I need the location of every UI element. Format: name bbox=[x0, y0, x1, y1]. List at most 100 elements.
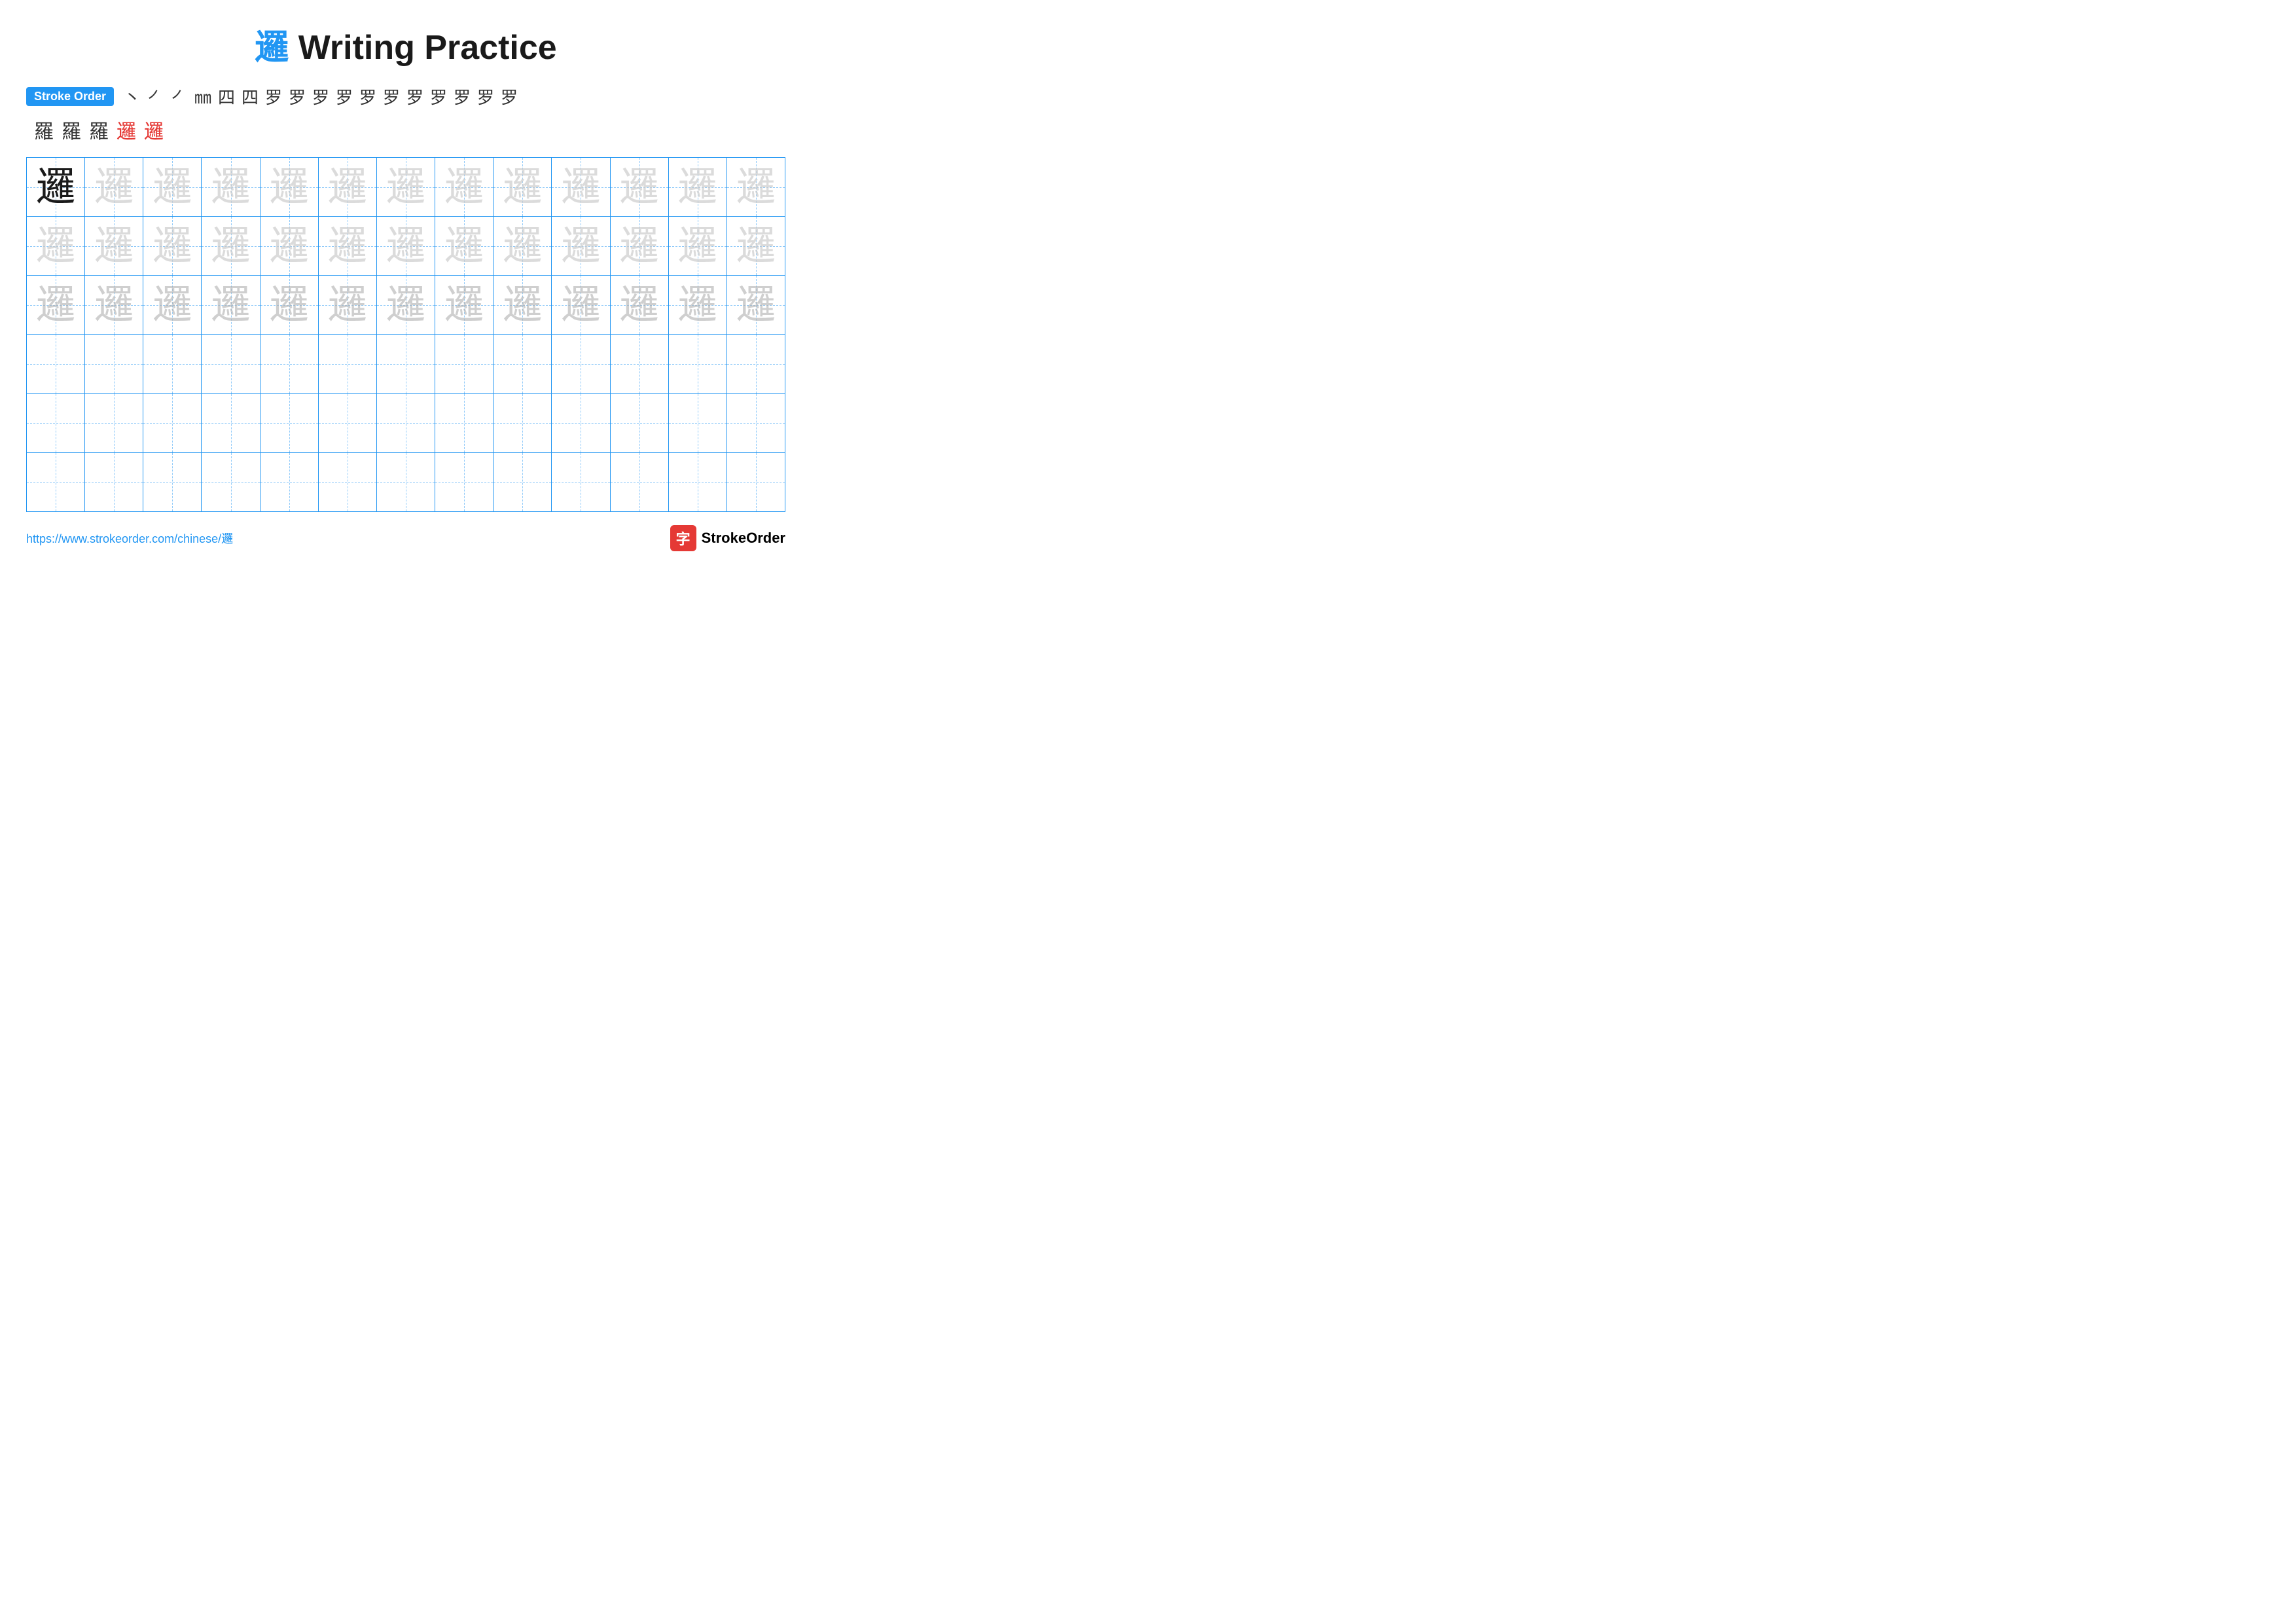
cell-6-8[interactable] bbox=[435, 453, 493, 511]
grid-row-1: 邏 邏 邏 邏 邏 邏 邏 邏 邏 邏 邏 邏 邏 bbox=[27, 158, 785, 217]
cell-4-11[interactable] bbox=[611, 335, 669, 393]
cell-2-8[interactable]: 邏 bbox=[435, 217, 493, 275]
stroke-14: 罗 bbox=[428, 84, 449, 109]
cell-4-3[interactable] bbox=[143, 335, 202, 393]
cell-4-9[interactable] bbox=[493, 335, 552, 393]
cell-3-6[interactable]: 邏 bbox=[319, 276, 377, 334]
cell-6-11[interactable] bbox=[611, 453, 669, 511]
cell-3-12[interactable]: 邏 bbox=[669, 276, 727, 334]
cell-3-7[interactable]: 邏 bbox=[377, 276, 435, 334]
cell-5-13[interactable] bbox=[727, 394, 785, 452]
cell-1-5[interactable]: 邏 bbox=[260, 158, 319, 216]
logo-text: StrokeOrder bbox=[702, 530, 785, 547]
cell-2-3[interactable]: 邏 bbox=[143, 217, 202, 275]
cell-1-8[interactable]: 邏 bbox=[435, 158, 493, 216]
stroke-order-section: Stroke Order 丶 ㇒ ㇒ ㎜ 四 四 罗 罗 罗 罗 罗 罗 罗 罗… bbox=[26, 84, 785, 109]
cell-5-12[interactable] bbox=[669, 394, 727, 452]
cell-5-1[interactable] bbox=[27, 394, 85, 452]
cell-2-6[interactable]: 邏 bbox=[319, 217, 377, 275]
cell-3-5[interactable]: 邏 bbox=[260, 276, 319, 334]
stroke-22: 邏 bbox=[141, 115, 166, 144]
cell-1-4[interactable]: 邏 bbox=[202, 158, 260, 216]
grid-row-3: 邏 邏 邏 邏 邏 邏 邏 邏 邏 邏 邏 邏 邏 bbox=[27, 276, 785, 335]
cell-2-5[interactable]: 邏 bbox=[260, 217, 319, 275]
cell-1-3[interactable]: 邏 bbox=[143, 158, 202, 216]
cell-2-11[interactable]: 邏 bbox=[611, 217, 669, 275]
stroke-1: 丶 bbox=[122, 84, 143, 109]
cell-4-12[interactable] bbox=[669, 335, 727, 393]
cell-6-9[interactable] bbox=[493, 453, 552, 511]
cell-2-4[interactable]: 邏 bbox=[202, 217, 260, 275]
stroke-21: 邏 bbox=[114, 115, 139, 144]
cell-4-5[interactable] bbox=[260, 335, 319, 393]
cell-6-7[interactable] bbox=[377, 453, 435, 511]
cell-1-1[interactable]: 邏 bbox=[27, 158, 85, 216]
char-light: 邏 bbox=[620, 168, 659, 207]
stroke-8: 罗 bbox=[287, 84, 308, 109]
cell-3-4[interactable]: 邏 bbox=[202, 276, 260, 334]
cell-6-6[interactable] bbox=[319, 453, 377, 511]
cell-3-8[interactable]: 邏 bbox=[435, 276, 493, 334]
cell-5-3[interactable] bbox=[143, 394, 202, 452]
cell-5-6[interactable] bbox=[319, 394, 377, 452]
grid-row-2: 邏 邏 邏 邏 邏 邏 邏 邏 邏 邏 邏 邏 邏 bbox=[27, 217, 785, 276]
cell-5-9[interactable] bbox=[493, 394, 552, 452]
cell-5-11[interactable] bbox=[611, 394, 669, 452]
cell-3-2[interactable]: 邏 bbox=[85, 276, 143, 334]
cell-1-13[interactable]: 邏 bbox=[727, 158, 785, 216]
cell-4-2[interactable] bbox=[85, 335, 143, 393]
cell-5-2[interactable] bbox=[85, 394, 143, 452]
cell-1-10[interactable]: 邏 bbox=[552, 158, 610, 216]
grid-row-6 bbox=[27, 453, 785, 511]
cell-6-1[interactable] bbox=[27, 453, 85, 511]
cell-6-12[interactable] bbox=[669, 453, 727, 511]
stroke-10: 罗 bbox=[334, 84, 355, 109]
cell-6-3[interactable] bbox=[143, 453, 202, 511]
stroke-order-row2: 羅 羅 羅 邏 邏 bbox=[26, 115, 785, 144]
cell-3-3[interactable]: 邏 bbox=[143, 276, 202, 334]
cell-6-5[interactable] bbox=[260, 453, 319, 511]
cell-1-6[interactable]: 邏 bbox=[319, 158, 377, 216]
cell-1-11[interactable]: 邏 bbox=[611, 158, 669, 216]
cell-2-13[interactable]: 邏 bbox=[727, 217, 785, 275]
cell-1-2[interactable]: 邏 bbox=[85, 158, 143, 216]
char-light: 邏 bbox=[503, 168, 542, 207]
cell-4-1[interactable] bbox=[27, 335, 85, 393]
cell-5-4[interactable] bbox=[202, 394, 260, 452]
cell-3-9[interactable]: 邏 bbox=[493, 276, 552, 334]
cell-5-8[interactable] bbox=[435, 394, 493, 452]
cell-3-13[interactable]: 邏 bbox=[727, 276, 785, 334]
cell-2-1[interactable]: 邏 bbox=[27, 217, 85, 275]
cell-6-13[interactable] bbox=[727, 453, 785, 511]
cell-6-10[interactable] bbox=[552, 453, 610, 511]
footer-url[interactable]: https://www.strokeorder.com/chinese/邏 bbox=[26, 530, 233, 547]
cell-3-10[interactable]: 邏 bbox=[552, 276, 610, 334]
cell-4-13[interactable] bbox=[727, 335, 785, 393]
cell-2-10[interactable]: 邏 bbox=[552, 217, 610, 275]
char-light: 邏 bbox=[328, 168, 367, 207]
cell-4-6[interactable] bbox=[319, 335, 377, 393]
cell-1-7[interactable]: 邏 bbox=[377, 158, 435, 216]
cell-6-2[interactable] bbox=[85, 453, 143, 511]
stroke-16: 罗 bbox=[475, 84, 496, 109]
grid-row-4 bbox=[27, 335, 785, 393]
cell-1-12[interactable]: 邏 bbox=[669, 158, 727, 216]
grid-row-5 bbox=[27, 394, 785, 453]
cell-6-4[interactable] bbox=[202, 453, 260, 511]
cell-2-9[interactable]: 邏 bbox=[493, 217, 552, 275]
cell-2-7[interactable]: 邏 bbox=[377, 217, 435, 275]
cell-3-1[interactable]: 邏 bbox=[27, 276, 85, 334]
cell-4-7[interactable] bbox=[377, 335, 435, 393]
cell-4-10[interactable] bbox=[552, 335, 610, 393]
cell-4-8[interactable] bbox=[435, 335, 493, 393]
char-light: 邏 bbox=[152, 168, 192, 207]
cell-5-7[interactable] bbox=[377, 394, 435, 452]
cell-5-5[interactable] bbox=[260, 394, 319, 452]
cell-2-12[interactable]: 邏 bbox=[669, 217, 727, 275]
cell-5-10[interactable] bbox=[552, 394, 610, 452]
cell-4-4[interactable] bbox=[202, 335, 260, 393]
cell-1-9[interactable]: 邏 bbox=[493, 158, 552, 216]
page-title: 邏 Writing Practice bbox=[26, 20, 785, 69]
cell-3-11[interactable]: 邏 bbox=[611, 276, 669, 334]
cell-2-2[interactable]: 邏 bbox=[85, 217, 143, 275]
